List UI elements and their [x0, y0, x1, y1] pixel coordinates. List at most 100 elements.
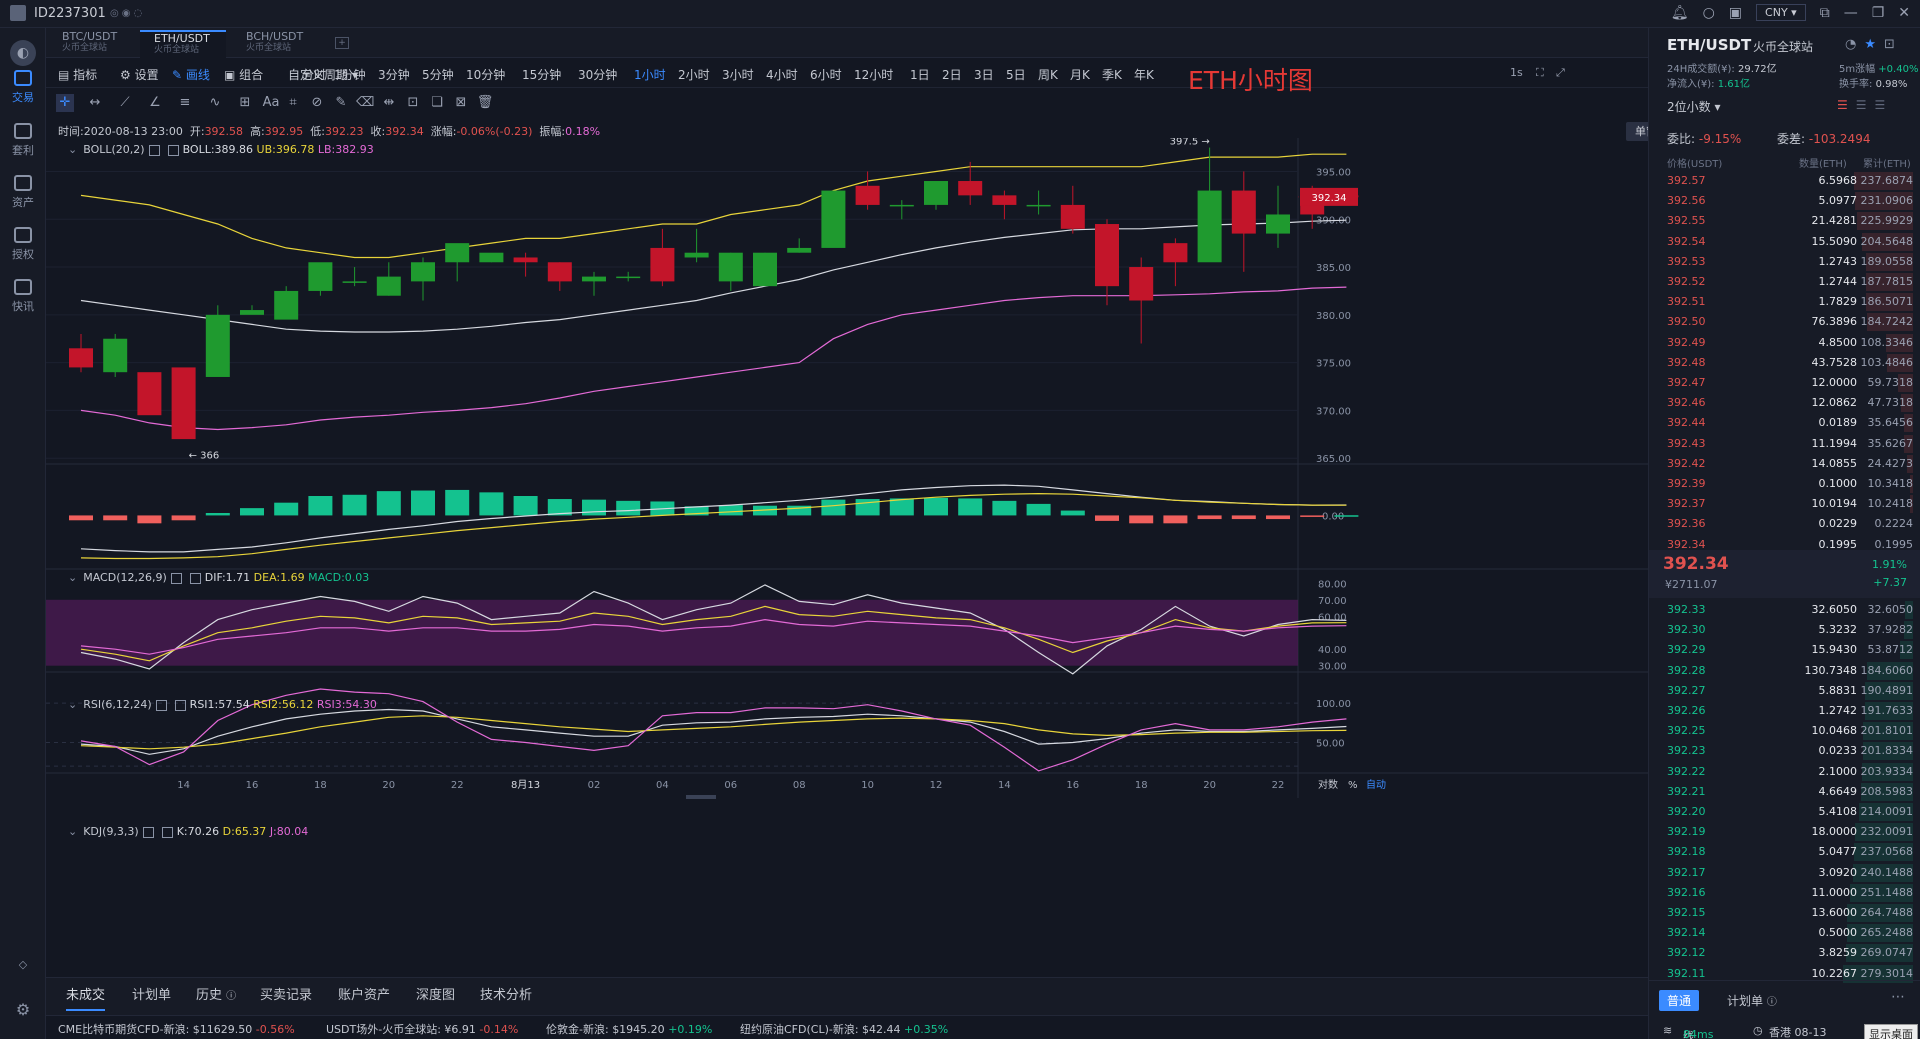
period-option[interactable]: 1小时 [634, 66, 666, 83]
avatar[interactable] [10, 5, 26, 21]
period-option[interactable]: 5日 [1006, 66, 1026, 83]
period-option[interactable]: 15分钟 [522, 66, 561, 83]
period-option[interactable]: 12小时 [854, 66, 893, 83]
crosshair-icon[interactable]: ✛ [56, 94, 74, 112]
pattern-icon[interactable]: ⌗ [284, 94, 302, 112]
bid-row[interactable]: 392.27 5.8831 190.4891 [1649, 681, 1920, 701]
nav-assets[interactable]: 资产 [0, 175, 46, 210]
close-icon[interactable] [174, 699, 186, 711]
bell-icon[interactable]: ◔ [1845, 37, 1864, 52]
bid-row[interactable]: 392.14 0.5000 265.2488 [1649, 923, 1920, 943]
bid-row[interactable]: 392.15 13.6000 264.7488 [1649, 903, 1920, 923]
horizontal-line-icon[interactable]: ↔ [86, 94, 104, 112]
parallel-lines-icon[interactable]: ≡ [176, 94, 194, 112]
bid-row[interactable]: 392.30 5.3232 37.9282 [1649, 620, 1920, 640]
bid-row[interactable]: 392.17 3.0920 240.1488 [1649, 863, 1920, 883]
copy-icon[interactable]: ❏ [428, 94, 446, 112]
popout-icon[interactable]: ⧉ [1820, 5, 1830, 21]
indicators-button[interactable]: ▤ 指标 [58, 66, 97, 83]
star-icon[interactable]: ★ [1864, 37, 1884, 52]
tab-eth-usdt[interactable]: ETH/USDT 火币全球站 [140, 30, 226, 58]
grid-icon[interactable]: ⊞ [236, 94, 254, 112]
close-icon[interactable] [161, 826, 173, 838]
ask-row[interactable]: 392.47 12.0000 59.7318 [1649, 373, 1920, 393]
interval-label[interactable]: 1s [1510, 66, 1523, 79]
period-option[interactable]: 月K [1070, 66, 1090, 83]
bid-row[interactable]: 392.28 130.7348 184.6060 [1649, 661, 1920, 681]
bell-icon[interactable]: 🔔︎ [1671, 5, 1689, 21]
ticker-item[interactable]: CME比特币期货CFD-新浪: $11629.50 -0.56% [58, 1021, 295, 1037]
bid-row[interactable]: 392.21 4.6649 208.5983 [1649, 782, 1920, 802]
trend-line-icon[interactable]: ⟋ [116, 94, 134, 112]
draw-button[interactable]: ✎ 画线 [172, 66, 210, 83]
ask-row[interactable]: 392.39 0.1000 10.3418 [1649, 474, 1920, 494]
period-option[interactable]: 周K [1038, 66, 1058, 83]
period-option[interactable]: 年K [1134, 66, 1154, 83]
trash-icon[interactable]: 🗑︎ [476, 94, 494, 112]
bid-row[interactable]: 392.20 5.4108 214.0091 [1649, 802, 1920, 822]
tab-plan-order[interactable]: 计划单 ⓘ [1727, 992, 1777, 1009]
settings-icon[interactable] [142, 826, 154, 838]
more-icon[interactable]: ⋯ [1891, 989, 1905, 1005]
maximize-icon[interactable]: ❐ [1872, 5, 1885, 21]
period-option[interactable]: 1日 [910, 66, 930, 83]
measure-icon[interactable]: ⇹ [380, 94, 398, 112]
currency-select[interactable]: CNY ▾ [1756, 4, 1806, 21]
lock-icon[interactable]: ⊡ [404, 94, 422, 112]
nav-arbitrage[interactable]: 套利 [0, 123, 46, 158]
ask-row[interactable]: 392.56 5.0977 231.0906 [1649, 191, 1920, 211]
ask-row[interactable]: 392.53 1.2743 189.0558 [1649, 252, 1920, 272]
period-option[interactable]: 3分钟 [378, 66, 410, 83]
period-option[interactable]: 2日 [942, 66, 962, 83]
ask-row[interactable]: 392.42 14.0855 24.4273 [1649, 454, 1920, 474]
period-option[interactable]: 分时 [302, 66, 326, 83]
period-option[interactable]: 6小时 [810, 66, 842, 83]
bid-row[interactable]: 392.19 18.0000 232.0091 [1649, 822, 1920, 842]
add-tab-button[interactable]: + [335, 37, 349, 49]
ask-row[interactable]: 392.49 4.8500 108.3346 [1649, 333, 1920, 353]
bid-row[interactable]: 392.29 15.9430 53.8712 [1649, 640, 1920, 660]
tab-tech-analysis[interactable]: 技术分析 [480, 984, 532, 1003]
hide-icon[interactable]: ⊠ [452, 94, 470, 112]
both-view-icon[interactable]: ☰ [1837, 98, 1856, 112]
period-option[interactable]: 3小时 [722, 66, 754, 83]
tab-normal-order[interactable]: 普通 [1659, 990, 1700, 1011]
nav-trade[interactable]: 交易 [0, 70, 46, 105]
close-icon[interactable]: ✕ [1898, 5, 1910, 21]
settings-icon[interactable] [148, 144, 160, 156]
eraser-icon[interactable]: ⌫ [356, 94, 374, 112]
period-option[interactable]: 5分钟 [422, 66, 454, 83]
ask-row[interactable]: 392.51 1.7829 186.5071 [1649, 292, 1920, 312]
tab-depth-chart[interactable]: 深度图 [416, 984, 455, 1003]
tab-account-assets[interactable]: 账户资产 [338, 984, 390, 1003]
tab-plan-orders[interactable]: 计划单 [132, 984, 171, 1003]
ask-row[interactable]: 392.50 76.3896 184.7242 [1649, 312, 1920, 332]
settings-icon[interactable] [155, 699, 167, 711]
wave-icon[interactable]: ∿ [206, 94, 224, 112]
ask-row[interactable]: 392.52 1.2744 187.7815 [1649, 272, 1920, 292]
bid-row[interactable]: 392.33 32.6050 32.6050 [1649, 600, 1920, 620]
nav-auth[interactable]: 授权 [0, 227, 46, 262]
bid-view-icon[interactable]: ☰ [1875, 98, 1894, 112]
ask-row[interactable]: 392.36 0.0229 0.2224 [1649, 514, 1920, 534]
ask-row[interactable]: 392.54 15.5090 204.5648 [1649, 232, 1920, 252]
bid-row[interactable]: 392.25 10.0468 201.8101 [1649, 721, 1920, 741]
bid-row[interactable]: 392.26 1.2742 191.7633 [1649, 701, 1920, 721]
ticker-item[interactable]: 纽约原油CFD(CL)-新浪: $42.44 +0.35% [740, 1021, 948, 1037]
period-option[interactable]: 4小时 [766, 66, 798, 83]
decimals-select[interactable]: 2位小数 ▾ [1667, 98, 1720, 115]
bid-row[interactable]: 392.12 3.8259 269.0747 [1649, 943, 1920, 963]
tab-open-orders[interactable]: 未成交 [66, 984, 106, 1011]
combine-button[interactable]: ▣ 组合 [224, 66, 263, 83]
ticker-item[interactable]: 伦敦金-新浪: $1945.20 +0.19% [546, 1021, 712, 1037]
expand-icon[interactable]: ⤢ [1556, 66, 1565, 80]
ticker-item[interactable]: USDT场外-火币全球站: ¥6.91 -0.14% [326, 1021, 518, 1037]
tab-trades[interactable]: 买卖记录 [260, 984, 312, 1003]
bid-row[interactable]: 392.16 11.0000 251.1488 [1649, 883, 1920, 903]
tab-btc-usdt[interactable]: BTC/USDT 火币全球站 [48, 30, 134, 58]
close-icon[interactable] [189, 572, 201, 584]
ask-row[interactable]: 392.43 11.1994 35.6267 [1649, 434, 1920, 454]
ask-row[interactable]: 392.46 12.0862 47.7318 [1649, 393, 1920, 413]
ask-row[interactable]: 392.37 10.0194 10.2418 [1649, 494, 1920, 514]
period-option[interactable]: 1分钟 [334, 66, 366, 83]
